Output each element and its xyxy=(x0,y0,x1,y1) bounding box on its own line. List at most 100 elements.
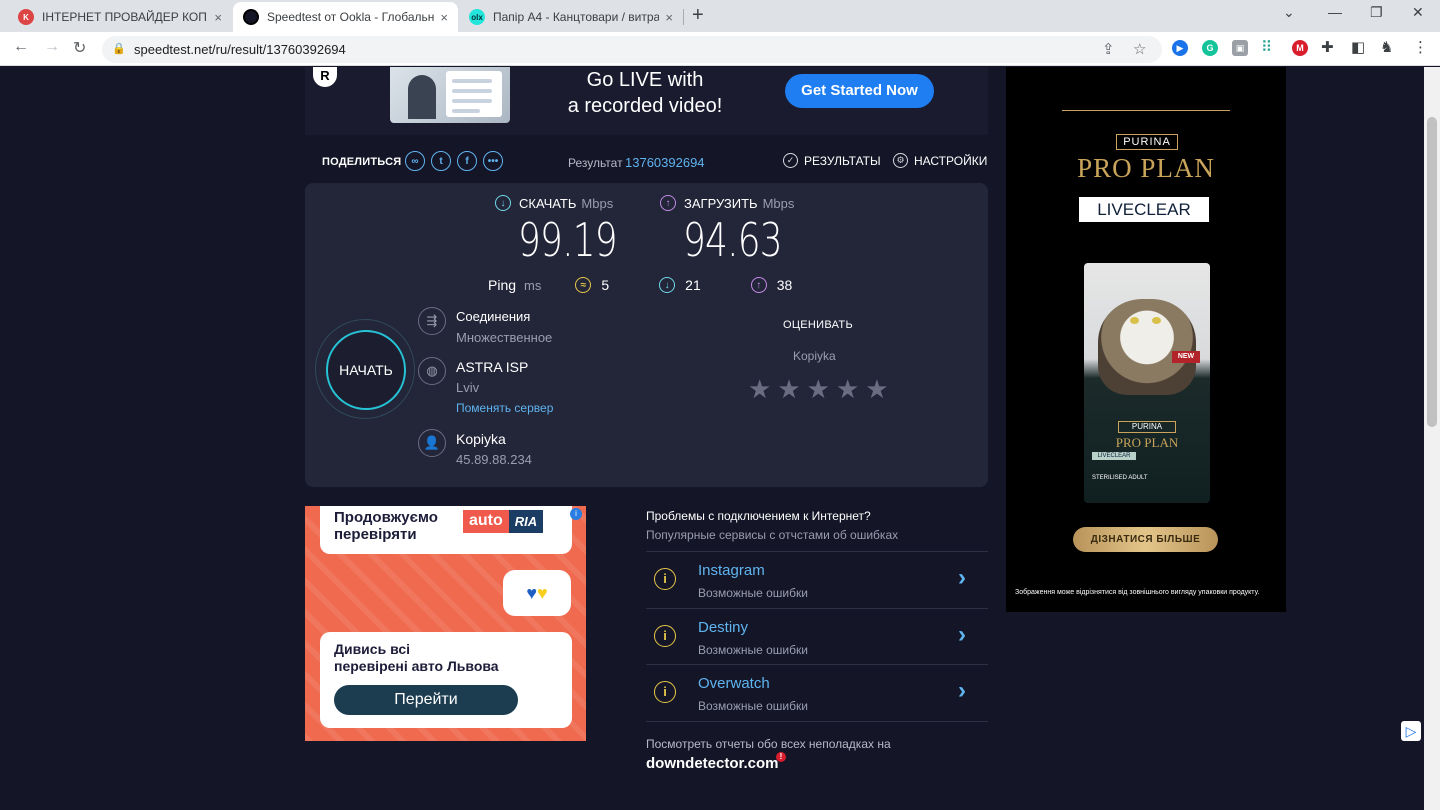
get-started-button[interactable]: Get Started Now xyxy=(785,74,934,108)
tab-search-icon[interactable]: ⌄ xyxy=(1283,4,1295,21)
liveclear-label: LIVECLEAR xyxy=(1079,197,1209,222)
downdetector-link[interactable]: downdetector.com xyxy=(646,755,779,772)
connections-value: Множественное xyxy=(456,330,553,345)
service-name: Overwatch xyxy=(698,675,770,692)
problem-item-destiny[interactable]: i Destiny Возможные ошибки › xyxy=(646,608,988,665)
cat-eye xyxy=(1152,317,1161,324)
download-arrow-icon: ↓ xyxy=(495,195,511,211)
browser-menu-icon[interactable]: ⋮ xyxy=(1413,38,1428,56)
ad-ui-card xyxy=(446,71,502,117)
profile-avatar-icon[interactable]: ♞ xyxy=(1380,38,1393,56)
learn-more-button[interactable]: ДІЗНАТИСЯ БІЛЬШЕ xyxy=(1073,527,1218,552)
tab-kopiyka[interactable]: K ІНТЕРНЕТ ПРОВАЙДЕР КОПІЙКА × xyxy=(8,2,232,32)
bookmark-star-icon[interactable]: ☆ xyxy=(1133,40,1146,58)
download-label: СКАЧАТЬ xyxy=(519,195,577,211)
extension-m-icon[interactable]: M xyxy=(1292,40,1308,56)
pack-proplan-logo: PRO PLAN xyxy=(1115,435,1179,450)
extension-grid-icon[interactable]: ⠿ xyxy=(1261,38,1272,56)
adchoices-icon[interactable]: i xyxy=(570,508,582,520)
lock-icon[interactable]: 🔒 xyxy=(112,42,126,55)
ad-headline: Go LIVE with a recorded video! xyxy=(545,67,745,119)
side-panel-icon[interactable]: ◧ xyxy=(1351,38,1365,56)
star-1-icon[interactable]: ★ xyxy=(748,375,771,403)
download-header: ↓ СКАЧАТЬ Mbps xyxy=(495,195,613,211)
ad-headline-line-1: Go LIVE with xyxy=(586,69,704,91)
url-text[interactable]: speedtest.net/ru/result/13760392694 xyxy=(134,42,346,57)
tab-olx[interactable]: olx Папір А4 - Канцтовари / витрат × xyxy=(459,2,683,32)
minimize-icon[interactable]: — xyxy=(1328,4,1342,20)
logo-part-auto: auto xyxy=(463,510,509,533)
facebook-icon[interactable]: f xyxy=(457,151,477,171)
upload-header: ↑ ЗАГРУЗИТЬ Mbps xyxy=(660,195,794,211)
scrollbar-thumb[interactable] xyxy=(1427,117,1437,427)
purina-ad[interactable]: PURINA PRO PLAN LIVECLEAR NEW PURINA PRO… xyxy=(1006,67,1286,612)
ad-go-button[interactable]: Перейти xyxy=(334,685,518,715)
back-arrow-icon[interactable]: ← xyxy=(13,38,29,56)
settings-link[interactable]: ⚙ НАСТРОЙКИ xyxy=(893,153,987,168)
top-ad-banner[interactable]: R Go LIVE with a recorded video! Get Sta… xyxy=(305,67,988,135)
page-scrollbar[interactable] xyxy=(1424,67,1440,810)
forward-arrow-icon[interactable]: → xyxy=(44,38,60,56)
pack-purina-logo: PURINA xyxy=(1118,421,1176,433)
isp-info: 👤 Kopiyka 45.89.88.234 xyxy=(418,429,532,471)
new-badge: NEW xyxy=(1172,351,1200,363)
tab-speedtest[interactable]: Speedtest от Ookla - Глобальный × xyxy=(233,2,458,32)
ping-idle: ≈ 5 xyxy=(575,277,609,293)
upload-label: ЗАГРУЗИТЬ xyxy=(684,195,758,211)
reload-icon[interactable]: ↻ xyxy=(73,38,86,58)
proplan-logo: PRO PLAN xyxy=(1077,153,1215,183)
share-label: ПОДЕЛИТЬСЯ xyxy=(322,156,402,168)
ad-brand-logo: R xyxy=(313,67,337,87)
upload-unit: Mbps xyxy=(762,195,795,211)
close-tab-icon[interactable]: × xyxy=(665,10,673,25)
maximize-icon[interactable]: ❐ xyxy=(1370,4,1383,21)
star-3-icon[interactable]: ★ xyxy=(807,375,830,403)
service-name: Destiny xyxy=(698,619,749,636)
ping-unit: ms xyxy=(524,277,542,293)
ping-download-value: 21 xyxy=(685,277,701,293)
ad-top-line-1: Продовжуємо xyxy=(334,509,438,526)
new-tab-button[interactable]: + xyxy=(692,4,704,27)
purina-logo: PURINA xyxy=(1116,134,1178,150)
results-link[interactable]: ✓ РЕЗУЛЬТАТЫ xyxy=(783,153,881,168)
downdetector-alert-icon: ! xyxy=(776,752,786,762)
speedtest-favicon-icon xyxy=(243,9,259,25)
service-status: Возможные ошибки xyxy=(698,699,808,713)
autoria-ad[interactable]: Продовжуємо перевіряти auto RIA i ♥ ♥ Ди… xyxy=(305,506,586,741)
check-circle-icon: ✓ xyxy=(783,153,798,168)
ip-address: 45.89.88.234 xyxy=(456,452,532,467)
ping-upload-arrow-icon: ↑ xyxy=(750,277,767,293)
problem-item-overwatch[interactable]: i Overwatch Возможные ошибки › xyxy=(646,664,988,721)
star-2-icon[interactable]: ★ xyxy=(777,375,800,403)
yellow-heart-icon: ♥ xyxy=(537,582,548,603)
ping-upload: ↑ 38 xyxy=(750,277,792,293)
purina-ribbon xyxy=(1062,103,1230,117)
problem-item-instagram[interactable]: i Instagram Возможные ошибки › xyxy=(646,551,988,608)
extension-play-icon[interactable]: ▶ xyxy=(1172,40,1188,56)
ad-top-panel: Продовжуємо перевіряти auto RIA xyxy=(320,506,572,554)
extensions-puzzle-icon[interactable]: ✚ xyxy=(1321,38,1334,56)
browser-toolbar: ← → ↻ 🔒 speedtest.net/ru/result/13760392… xyxy=(0,32,1440,66)
star-4-icon[interactable]: ★ xyxy=(836,375,859,403)
download-speed-value: 99.19 xyxy=(518,213,618,267)
share-page-icon[interactable]: ⇪ xyxy=(1102,40,1115,58)
chevron-right-icon: › xyxy=(958,621,966,648)
star-5-icon[interactable]: ★ xyxy=(865,375,888,403)
copy-link-icon[interactable]: ∞ xyxy=(405,151,425,171)
start-test-button[interactable]: НАЧАТЬ xyxy=(326,330,406,410)
result-id-link[interactable]: 13760392694 xyxy=(625,155,705,170)
close-tab-icon[interactable]: × xyxy=(214,10,222,25)
more-share-icon[interactable]: ••• xyxy=(483,151,503,171)
ping-idle-value: 5 xyxy=(601,277,610,293)
extension-image-icon[interactable]: ▣ xyxy=(1232,40,1248,56)
twitter-icon[interactable]: t xyxy=(431,151,451,171)
adchoices-corner-icon[interactable]: ▷ xyxy=(1401,721,1421,741)
close-window-icon[interactable]: ✕ xyxy=(1412,4,1424,21)
logo-part-ria: RIA xyxy=(508,510,544,533)
address-bar[interactable]: 🔒 speedtest.net/ru/result/13760392694 ⇪ … xyxy=(102,36,1162,63)
change-server-link[interactable]: Поменять сервер xyxy=(456,399,553,417)
rate-title: ОЦЕНИВАТЬ xyxy=(783,319,853,331)
rating-stars: ★ ★ ★ ★ ★ xyxy=(748,375,895,403)
close-tab-icon[interactable]: × xyxy=(440,10,448,25)
grammarly-icon[interactable]: G xyxy=(1202,40,1218,56)
